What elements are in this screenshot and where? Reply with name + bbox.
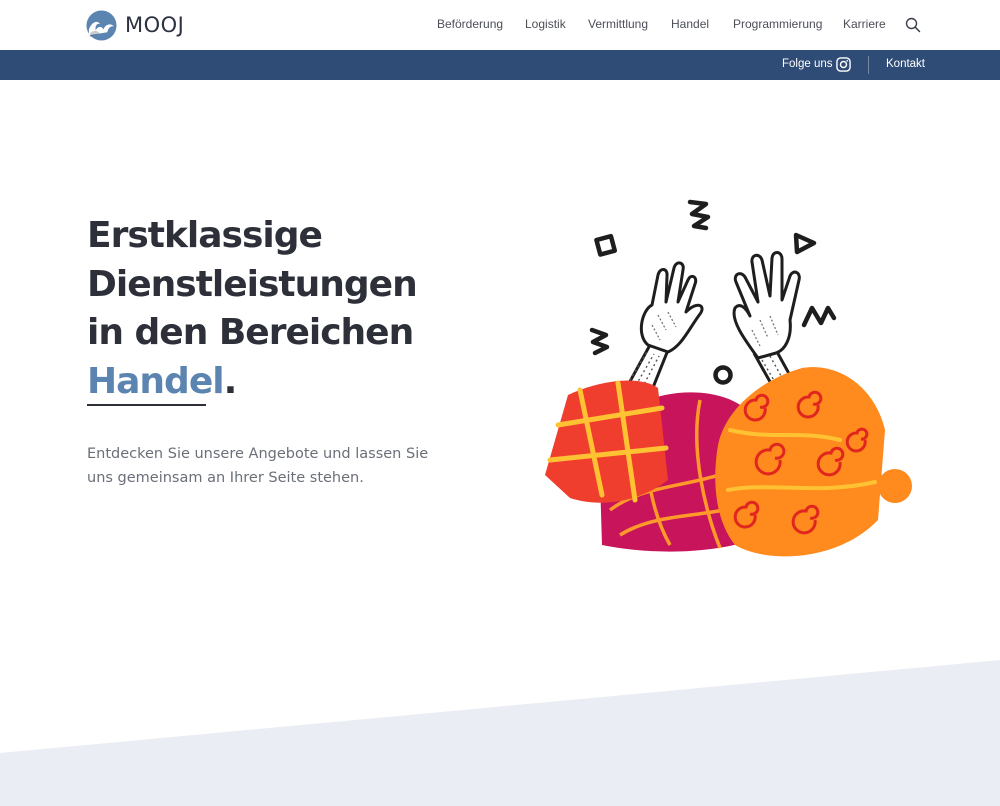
left-hand [625, 261, 704, 392]
top-navigation: MOOJ Beförderung Logistik Vermittlung Ha… [0, 0, 1000, 50]
utility-divider [868, 56, 869, 74]
instagram-icon[interactable] [836, 57, 851, 72]
main-menu: Beförderung Logistik Vermittlung Handel … [0, 17, 1000, 35]
hero-heading: Erstklassige Dienstleistungen in den Ber… [87, 212, 487, 406]
follow-us-link[interactable]: Folge uns [782, 58, 833, 70]
high-five-illustration [545, 199, 912, 557]
hero-highlight-word: Handel [87, 360, 225, 402]
zigzag-doodle-right [801, 305, 837, 328]
section-divider-slant [0, 660, 1000, 806]
heading-underline [87, 404, 206, 406]
triangle-doodle [793, 232, 817, 255]
nav-item-programmierung[interactable]: Programmierung [733, 17, 822, 31]
hero-heading-line-4: Handel. [87, 358, 487, 407]
hero-description: Entdecken Sie unsere Angebote und lassen… [87, 446, 429, 486]
hero-heading-line-1: Erstklassige [87, 215, 323, 256]
contact-link[interactable]: Kontakt [886, 58, 925, 70]
nav-item-logistik[interactable]: Logistik [525, 17, 566, 31]
orange-shirt [715, 367, 912, 557]
hero-heading-line-2: Dienstleistungen [87, 263, 418, 305]
squiggle-doodle-left [589, 327, 610, 356]
circle-doodle [713, 365, 733, 385]
red-shirt [545, 380, 669, 503]
square-doodle [594, 233, 618, 257]
nav-item-karriere[interactable]: Karriere [843, 17, 886, 31]
nav-item-handel[interactable]: Handel [671, 17, 709, 31]
search-icon[interactable] [905, 17, 921, 33]
nav-item-vermittlung[interactable]: Vermittlung [588, 17, 648, 31]
squiggle-doodle-top [687, 199, 711, 231]
nav-item-befoerderung[interactable]: Beförderung [437, 17, 503, 31]
hero-heading-line-3: in den Bereichen [87, 312, 414, 353]
hero-highlight-punct: . [223, 360, 238, 402]
